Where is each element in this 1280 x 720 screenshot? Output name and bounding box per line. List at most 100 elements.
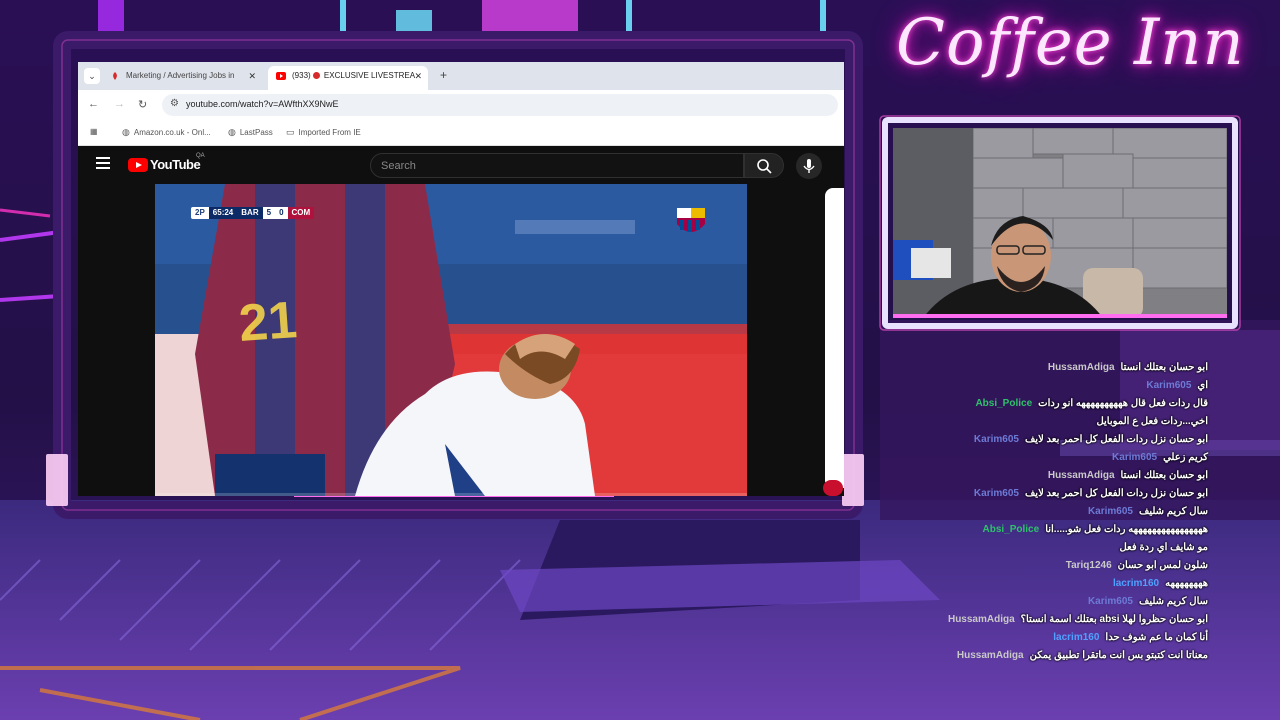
chat-username[interactable]: HussamAdiga — [957, 650, 1024, 661]
chat-message: HussamAdiga ابو حسان حظروا لهلا absi بعتل… — [948, 614, 1208, 632]
bookmark-label: Amazon.co.uk - Onl... — [133, 128, 211, 137]
chat-username[interactable]: lacrim160 — [1113, 578, 1159, 589]
chat-message: Karim605 كريم زعلي — [1112, 452, 1208, 470]
lastpass-icon: ◍ — [228, 127, 236, 137]
chat-username[interactable]: HussamAdiga — [1048, 362, 1115, 373]
chat-username[interactable]: HussamAdiga — [1048, 470, 1115, 481]
chat-message: Absi_Police قال ردات فعل قال ههههههههههه … — [975, 398, 1208, 416]
chat-text: شلون لمس ابو حسان — [1117, 560, 1208, 571]
reload-icon[interactable]: ↻ — [138, 98, 147, 111]
chat-text: قال ردات فعل قال ههههههههههه انو ردات — [1038, 398, 1208, 409]
chat-username[interactable]: Karim605 — [1088, 506, 1133, 517]
chat-username[interactable]: Karim605 — [1088, 596, 1133, 607]
bookmarks-bar: ▦ ◍ Amazon.co.uk - Onl... ◍ LastPass ▭ Impo… — [78, 120, 844, 146]
address-field[interactable]: ⚙ youtube.com/watch?v=AWfthXX9NwE — [162, 94, 838, 116]
chat-message: Absi_Police ههههههههههههههههه ردات فعل شو… — [982, 524, 1208, 542]
site-info-icon[interactable]: ⚙ — [170, 98, 179, 109]
chat-message: HussamAdiga معناتا انت كتبتو بس انت ماتقر… — [957, 650, 1208, 668]
tab-marketing-jobs[interactable]: Marketing / Advertising Jobs in ✕ — [102, 66, 262, 90]
jersey-number: 21 — [237, 291, 299, 353]
chat-text: سال كريم شليف — [1138, 506, 1208, 517]
score-bug: 2P 65:24 BAR 5 0 COM — [191, 206, 315, 220]
chat-username[interactable]: Absi_Police — [975, 398, 1032, 409]
tab-bar: ⌄ Marketing / Advertising Jobs in ✕ (933… — [78, 62, 844, 90]
webcam-feed — [893, 128, 1227, 318]
hamburger-menu-icon[interactable] — [96, 157, 110, 169]
close-tab-icon[interactable]: ✕ — [248, 66, 256, 86]
match-clock: 65:24 — [208, 207, 238, 219]
home-score: 5 — [262, 207, 276, 219]
back-arrow-icon[interactable]: ← — [88, 98, 99, 110]
match-period: 2P — [191, 207, 209, 219]
voice-search-button[interactable] — [796, 153, 822, 179]
youtube-wordmark: YouTube — [150, 157, 201, 172]
chat-message: Karim605 ابو حسان نزل ردات الفعل كل احمر … — [974, 434, 1208, 452]
chat-text: ابو حسان نزل ردات الفعل كل احمر بعد لايف — [1024, 488, 1208, 499]
away-score: 0 — [275, 207, 288, 219]
chat-text: ابو حسان بعتلك انستا — [1120, 362, 1208, 373]
chat-text: ابو حسان بعتلك انستا — [1120, 470, 1208, 481]
video-progress-bar[interactable] — [155, 493, 747, 496]
new-tab-button[interactable]: + — [440, 68, 447, 82]
chat-text: مو شايف اي ردة فعل — [1119, 542, 1208, 553]
search-button[interactable] — [744, 153, 784, 178]
bookmark-label: Imported From IE — [298, 128, 361, 137]
address-bar-row: ← → ↻ ⚙ youtube.com/watch?v=AWfthXX9NwE — [78, 90, 844, 120]
live-chat-overlay: HussamAdiga ابو حسان بعتلك انستا Karim605 ا… — [880, 362, 1280, 672]
neon-sign-title: Coffee Inn — [896, 6, 1245, 80]
forward-arrow-icon[interactable]: → — [114, 98, 125, 110]
tab-search-button[interactable]: ⌄ — [84, 68, 100, 84]
chat-text: سال كريم شليف — [1138, 596, 1208, 607]
chat-username[interactable]: Karim605 — [974, 488, 1019, 499]
region-code: QA — [196, 153, 205, 159]
away-team: COM — [287, 207, 315, 219]
chat-message: lacrim160 ههههههههه — [1113, 578, 1208, 596]
tab-youtube-livestream[interactable]: (933) EXCLUSIVE LIVESTREA ✕ — [268, 66, 428, 90]
recording-dot-icon — [312, 72, 320, 79]
search-input[interactable] — [381, 158, 731, 174]
url-text: youtube.com/watch?v=AWfthXX9NwE — [186, 99, 339, 109]
chat-username[interactable]: Karim605 — [1146, 380, 1191, 391]
chat-message: Karim605 ابو حسان نزل ردات الفعل كل احمر … — [974, 488, 1208, 506]
apps-grid-icon[interactable]: ▦ — [90, 127, 98, 136]
bookmark-imported-folder[interactable]: ▭ Imported From IE — [286, 127, 361, 138]
chat-message: Karim605 اي — [1146, 380, 1208, 398]
amazon-icon: ◍ — [122, 127, 130, 137]
microphone-icon — [803, 159, 815, 173]
chat-message: مو شايف اي ردة فعل — [1119, 542, 1208, 560]
chat-message: Tariq1246 شلون لمس ابو حسان — [1066, 560, 1208, 578]
chat-username[interactable]: HussamAdiga — [948, 614, 1015, 625]
chat-username[interactable]: Tariq1246 — [1066, 560, 1112, 571]
search-icon — [757, 159, 772, 174]
youtube-logo[interactable]: YouTube QA — [128, 153, 205, 173]
youtube-play-icon — [128, 158, 148, 172]
chat-text: كريم زعلي — [1163, 452, 1208, 463]
webcam-image — [893, 128, 1227, 318]
home-team: BAR — [237, 207, 263, 219]
bookmark-lastpass[interactable]: ◍ LastPass — [228, 127, 273, 138]
youtube-search-box — [370, 153, 744, 178]
video-player[interactable]: 21 2P 65:24 BAR 5 0 COM — [155, 184, 747, 496]
chat-username[interactable]: lacrim160 — [1053, 632, 1099, 643]
tab-label-suffix: EXCLUSIVE LIVESTREA — [323, 71, 416, 80]
chat-text: أنا كمان ما عم شوف حدا — [1105, 632, 1208, 643]
bookmark-amazon[interactable]: ◍ Amazon.co.uk - Onl... — [122, 127, 211, 138]
bookmark-label: LastPass — [239, 128, 273, 137]
chat-text: ههههههههه — [1165, 578, 1208, 589]
side-panel-edge — [823, 184, 844, 496]
chat-username[interactable]: Karim605 — [974, 434, 1019, 445]
chat-text: ابو حسان حظروا لهلا absi بعتلك اسمة انست… — [1020, 614, 1208, 625]
live-chat-badge[interactable] — [823, 480, 843, 496]
chat-message: Karim605 سال كريم شليف — [1088, 506, 1208, 524]
close-tab-icon[interactable]: ✕ — [414, 66, 422, 86]
chat-text: اي — [1197, 380, 1208, 391]
chat-message: lacrim160 أنا كمان ما عم شوف حدا — [1053, 632, 1208, 650]
chat-username[interactable]: Karim605 — [1112, 452, 1157, 463]
chat-message: اخي...ردات فعل ع الموبايل — [1096, 416, 1208, 434]
chat-text: اخي...ردات فعل ع الموبايل — [1096, 416, 1208, 427]
chat-text: ابو حسان نزل ردات الفعل كل احمر بعد لايف — [1024, 434, 1208, 445]
chat-username[interactable]: Absi_Police — [982, 524, 1039, 535]
chat-message: Karim605 سال كريم شليف — [1088, 596, 1208, 614]
browser-window: ⌄ Marketing / Advertising Jobs in ✕ (933… — [78, 62, 844, 496]
folder-icon: ▭ — [286, 127, 295, 137]
